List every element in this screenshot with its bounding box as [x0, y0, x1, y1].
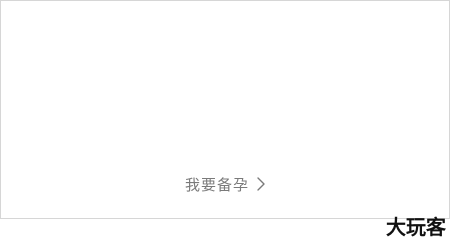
watermark-logo: 大玩客: [386, 213, 446, 239]
chevron-right-icon: [255, 177, 267, 191]
watermark-text: 大玩客: [386, 214, 446, 239]
cta-label: 我要备孕: [185, 175, 250, 194]
content-card: 我要备孕: [0, 0, 450, 219]
prepare-pregnancy-link[interactable]: 我要备孕: [185, 173, 267, 195]
